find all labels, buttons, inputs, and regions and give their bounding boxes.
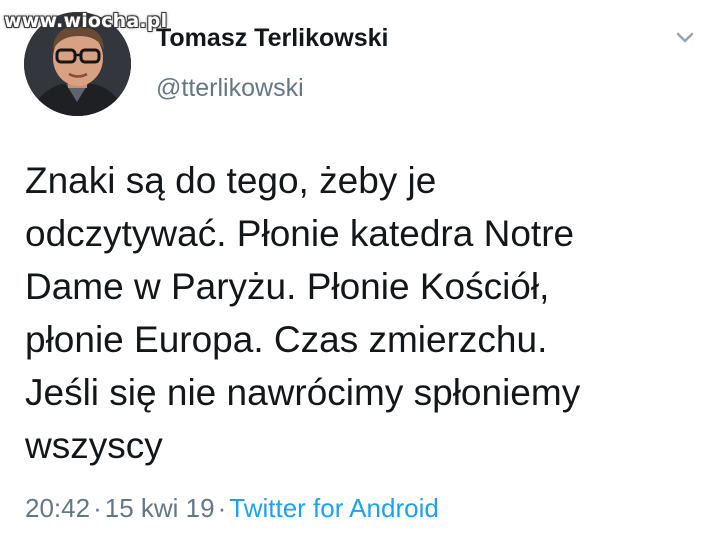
- author-display-name[interactable]: Tomasz Terlikowski: [156, 24, 388, 53]
- tweet-text: Znaki są do tego, żeby je odczytywać. Pł…: [25, 160, 581, 466]
- tweet-date[interactable]: 15 kwi 19: [105, 493, 215, 523]
- chevron-down-icon[interactable]: [673, 28, 697, 48]
- tweet-metadata: 20:42 · 15 kwi 19 · Twitter for Android: [25, 493, 439, 524]
- watermark-logo: www.wiocha.pl: [4, 10, 168, 32]
- tweet-card: www.wiocha.pl Tomasz Terlikowski @tterli…: [0, 0, 711, 538]
- separator: ·: [93, 493, 102, 523]
- tweet-time[interactable]: 20:42: [25, 493, 90, 523]
- author-handle[interactable]: @tterlikowski: [156, 74, 304, 103]
- tweet-source-link[interactable]: Twitter for Android: [229, 493, 439, 523]
- separator: ·: [217, 493, 227, 523]
